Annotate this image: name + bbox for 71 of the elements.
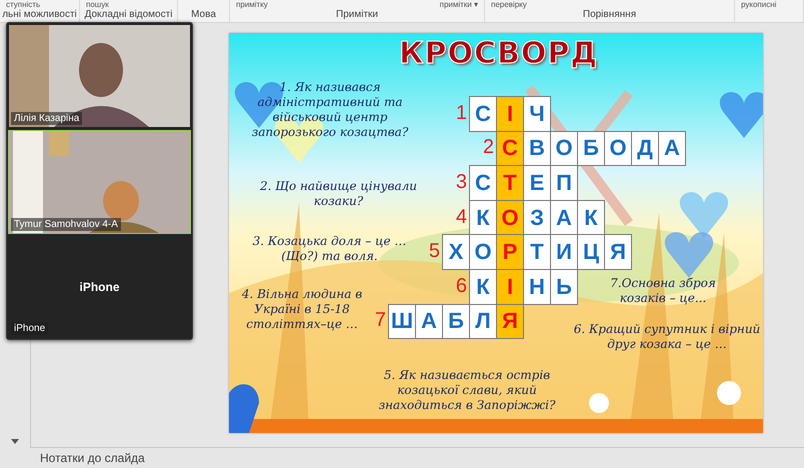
letter-cell: О — [550, 130, 578, 166]
letter-cell: Я — [604, 234, 632, 270]
ribbon-group-label: Мова — [190, 9, 217, 21]
question-text: 5. Як називається острів козацької слави, який знаходиться в Запоріжжі? — [378, 368, 556, 413]
letter-cell: А — [550, 200, 578, 236]
question-text: 3. Козацька доля – це … (Що?) та воля. — [252, 234, 408, 264]
key-letter-cell: І — [496, 96, 524, 132]
letter-cell: Е — [523, 165, 551, 201]
question-text: 4. Вільна людина в Україні в 15-18 століттях–це … — [240, 287, 364, 332]
letter-cell: С — [469, 96, 497, 132]
key-letter-cell: О — [496, 200, 524, 236]
ribbon-group-label: Порівняння — [582, 9, 638, 21]
question-text: 6. Кращий супутник і вірний друг козака – це … — [572, 322, 762, 352]
letter-cell: Н — [523, 268, 551, 305]
letter-cell: В — [523, 130, 551, 166]
participant-display-name: iPhone — [79, 280, 120, 294]
key-letter-cell: С — [496, 130, 524, 166]
letter-cell: А — [658, 130, 686, 166]
letter-cell: Т — [523, 234, 551, 270]
clue-number: 3 — [454, 170, 468, 195]
letter-cell: З — [523, 200, 551, 236]
letter-cell: П — [550, 165, 578, 201]
video-tile[interactable]: iPhone iPhone — [8, 236, 191, 338]
letter-cell: А — [415, 304, 443, 340]
slide-title: КРОСВОРД — [399, 36, 598, 71]
letter-cell: О — [604, 130, 632, 166]
letter-cell: С — [469, 165, 497, 201]
key-letter-cell: І — [496, 268, 524, 305]
letter-cell: Б — [442, 304, 470, 340]
letter-cell: К — [577, 200, 605, 236]
letter-cell: К — [469, 200, 497, 236]
letter-cell: К — [469, 268, 497, 305]
key-letter-cell: Я — [496, 304, 524, 340]
clue-number: 1 — [454, 100, 468, 126]
notes-label: Нотатки до слайда — [40, 451, 145, 465]
ribbon-group-label: льні можливості — [1, 9, 78, 21]
ribbon-command[interactable]: примітку — [236, 0, 268, 9]
notes-bar[interactable]: Нотатки до слайда — [30, 447, 804, 468]
ribbon-command[interactable]: рукописні — [741, 0, 776, 9]
letter-cell: Ц — [577, 234, 605, 270]
key-letter-cell: Р — [496, 234, 524, 270]
letter-cell: Л — [469, 304, 497, 340]
letter-cell: Б — [577, 130, 605, 166]
letter-cell: О — [469, 234, 497, 270]
clue-number: 4 — [454, 204, 468, 230]
question-text: 7.Основна зброя козаків – це... — [609, 276, 717, 306]
clue-number: 5 — [428, 239, 441, 264]
question-text: 2. Що найвище цінували козаки? — [258, 179, 418, 209]
ribbon-command[interactable]: пошук — [86, 0, 109, 9]
clue-number: 2 — [482, 135, 495, 160]
participant-name: Tymur Samohvalov 4-A — [11, 218, 121, 231]
participant-name: Лілія Казаріна — [11, 112, 82, 125]
participant-name: iPhone — [11, 322, 48, 335]
letter-cell: Ч — [523, 96, 551, 132]
scroll-down-icon[interactable] — [10, 437, 20, 445]
letter-cell: Х — [442, 234, 470, 270]
ribbon-group-label: Докладні відомості — [84, 9, 174, 21]
ribbon-command[interactable]: примітки ▾ — [440, 0, 478, 9]
ribbon-group-label: Примітки — [335, 9, 379, 21]
question-text: 1. Як називався адміністративний та військовий центр запорозького козацтва? — [250, 80, 410, 140]
ribbon-command[interactable]: перевірку — [491, 0, 527, 9]
ribbon-command[interactable]: ступність — [6, 0, 40, 9]
video-tile[interactable]: Tymur Samohvalov 4-A — [8, 130, 191, 234]
letter-cell: Ь — [550, 268, 578, 305]
letter-cell: Д — [631, 130, 659, 166]
letter-cell: Ш — [388, 304, 416, 340]
clue-number: 6 — [454, 274, 468, 299]
video-tile[interactable]: Лілія Казаріна — [8, 24, 191, 128]
letter-cell: И — [550, 234, 578, 270]
key-letter-cell: Т — [496, 165, 524, 201]
clue-number: 7 — [374, 308, 387, 334]
